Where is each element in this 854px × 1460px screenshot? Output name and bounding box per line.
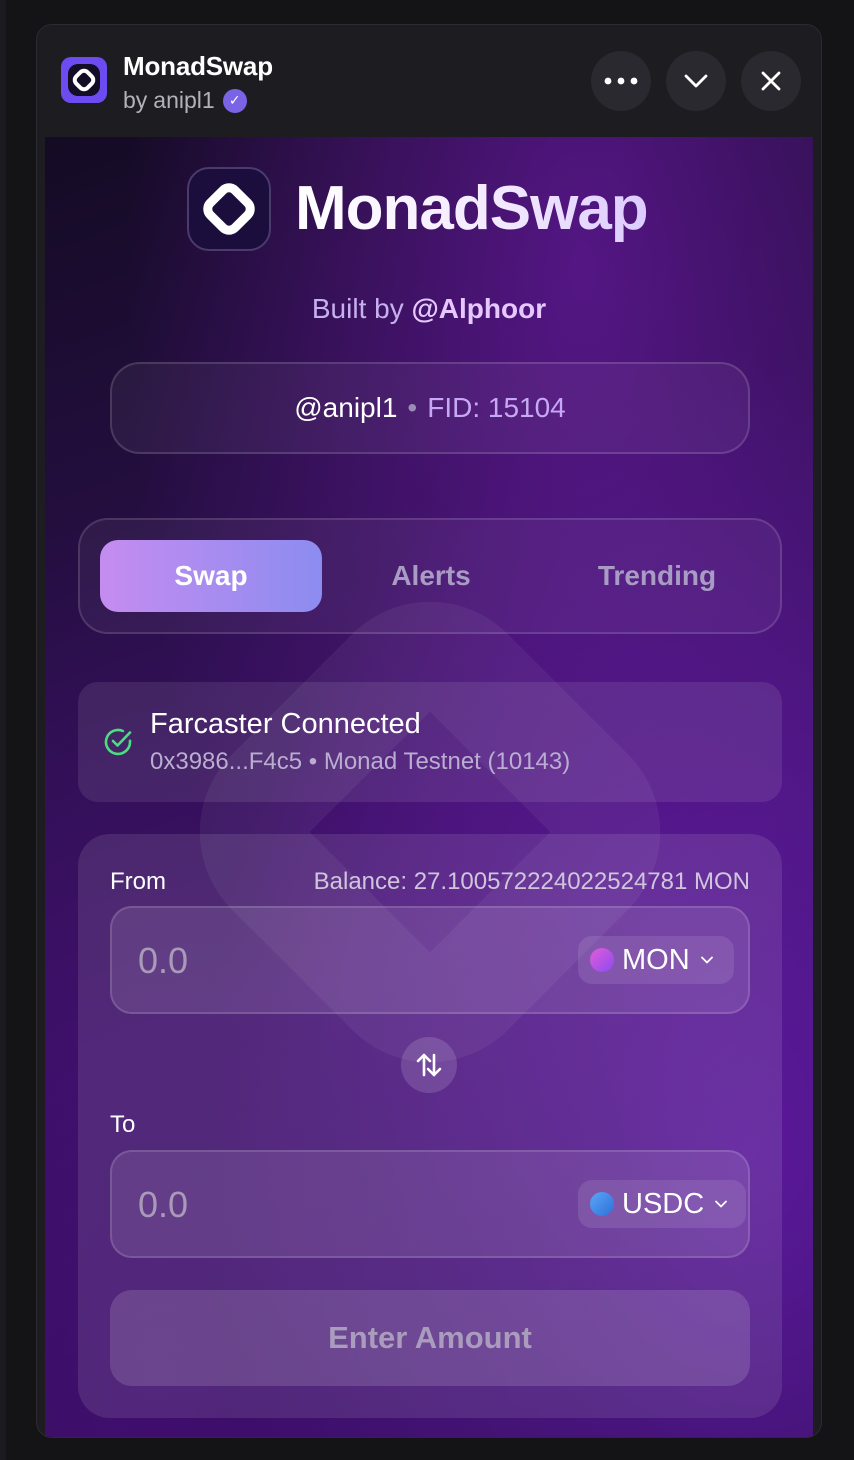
built-by-prefix: Built by xyxy=(311,293,404,324)
separator: • xyxy=(407,392,418,423)
mini-app-content: MonadSwap Built by @Alphoor @anipl1 • FI… xyxy=(45,137,813,1437)
chevron-down-icon xyxy=(715,1200,728,1208)
chevron-down-icon xyxy=(700,956,713,964)
mini-app-header: MonadSwap by anipl1 ✓ xyxy=(37,25,821,137)
collapse-button[interactable] xyxy=(666,51,726,111)
app-logo-icon xyxy=(61,57,107,103)
status-title: Farcaster Connected xyxy=(150,708,421,740)
to-label: To xyxy=(110,1111,136,1138)
swap-card: From Balance: 27.100572224022524781 MON … xyxy=(78,834,782,1418)
fid-value: FID: 15104 xyxy=(427,392,566,423)
status-subtitle: 0x3986...F4c5 • Monad Testnet (10143) xyxy=(150,748,571,775)
to-amount-box: USDC xyxy=(110,1150,750,1258)
tab-swap[interactable]: Swap xyxy=(100,540,322,612)
to-token-label: USDC xyxy=(622,1187,705,1220)
connection-status-card: Farcaster Connected 0x3986...F4c5 • Mona… xyxy=(78,682,782,802)
to-token-select[interactable]: USDC xyxy=(578,1180,746,1228)
balance-text: Balance: 27.100572224022524781 MON xyxy=(313,868,750,895)
tab-bar: Swap Alerts Trending xyxy=(78,518,782,634)
app-author[interactable]: by anipl1 ✓ xyxy=(123,87,247,114)
close-icon xyxy=(761,71,781,91)
more-options-button[interactable] xyxy=(591,51,651,111)
from-amount-input[interactable] xyxy=(136,938,436,984)
mon-token-icon xyxy=(590,948,614,972)
mini-app-frame: MonadSwap by anipl1 ✓ MonadSwap Built by… xyxy=(36,24,822,1438)
check-circle-icon xyxy=(104,728,132,756)
enter-amount-button[interactable]: Enter Amount xyxy=(110,1290,750,1386)
background-window-edge xyxy=(0,0,6,1460)
chevron-down-icon xyxy=(684,74,708,88)
flip-tokens-button[interactable] xyxy=(401,1037,457,1093)
usdc-token-icon xyxy=(590,1192,614,1216)
built-by-credit: Built by @Alphoor xyxy=(45,293,813,325)
user-info-pill: @anipl1 • FID: 15104 xyxy=(110,362,750,454)
ellipsis-icon xyxy=(604,77,638,85)
from-label: From xyxy=(110,868,166,895)
from-amount-box: MON xyxy=(110,906,750,1014)
built-by-handle-link[interactable]: @Alphoor xyxy=(411,293,546,324)
username: @anipl1 xyxy=(294,392,398,423)
author-prefix: by xyxy=(123,87,148,113)
to-amount-input[interactable] xyxy=(136,1182,436,1228)
swap-direction-icon xyxy=(416,1053,442,1077)
tab-alerts[interactable]: Alerts xyxy=(320,540,542,612)
brand-logo-icon xyxy=(187,167,271,251)
tab-trending[interactable]: Trending xyxy=(546,540,768,612)
verified-check-icon: ✓ xyxy=(222,88,247,113)
from-token-select[interactable]: MON xyxy=(578,936,734,984)
author-name[interactable]: anipl1 xyxy=(153,87,214,114)
app-title: MonadSwap xyxy=(123,51,273,81)
close-button[interactable] xyxy=(741,51,801,111)
brand-name: MonadSwap xyxy=(295,174,649,243)
from-token-label: MON xyxy=(622,943,690,976)
